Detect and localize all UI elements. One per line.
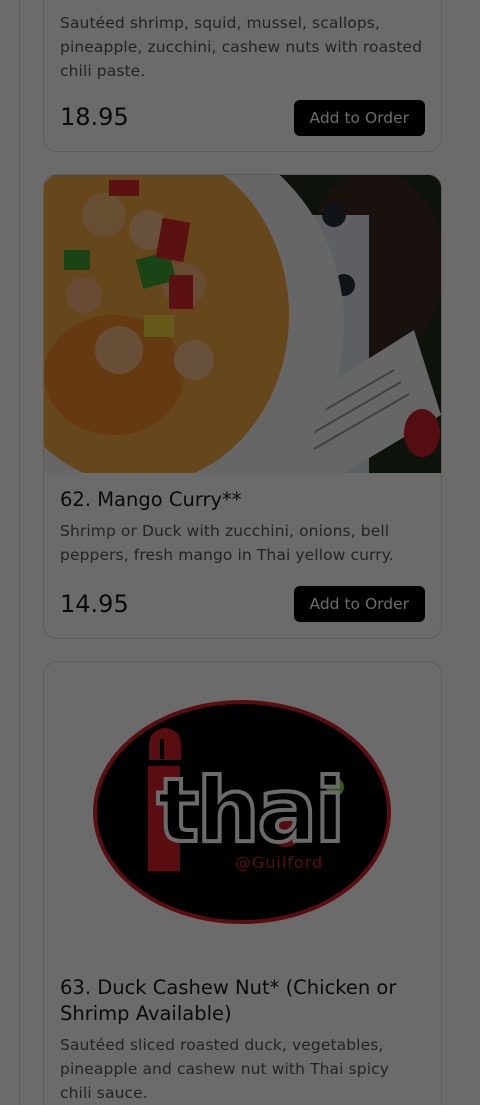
restaurant-logo: thai @Guilford — [44, 662, 441, 962]
sidebar-divider — [19, 0, 20, 1105]
item-price: 18.95 — [60, 103, 129, 131]
item-price: 14.95 — [60, 590, 129, 618]
menu-item-card[interactable]: thai @Guilford 63. Duck Cashew Nut* (Chi… — [43, 661, 442, 1105]
add-to-order-button[interactable]: Add to Order — [293, 586, 425, 622]
menu-item-card[interactable]: 62. Mango Curry** Shrimp or Duck with zu… — [43, 174, 442, 639]
logo-text: thai — [155, 759, 347, 862]
item-title: 63. Duck Cashew Nut* (Chicken or Shrimp … — [60, 976, 397, 1025]
logo-subtext: @Guilford — [234, 853, 324, 872]
menu-page: Sautéed shrimp, squid, mussel, scallops,… — [0, 0, 480, 1105]
item-description: Shrimp or Duck with zucchini, onions, be… — [60, 522, 394, 564]
item-title: 62. Mango Curry** — [60, 488, 242, 511]
mango-curry-photo — [44, 175, 441, 473]
menu-item-card[interactable]: Sautéed shrimp, squid, mussel, scallops,… — [43, 0, 442, 152]
item-description: Sautéed shrimp, squid, mussel, scallops,… — [60, 14, 423, 80]
item-description: Sautéed sliced roasted duck, vegetables,… — [60, 1036, 390, 1102]
add-to-order-button[interactable]: Add to Order — [293, 100, 425, 136]
